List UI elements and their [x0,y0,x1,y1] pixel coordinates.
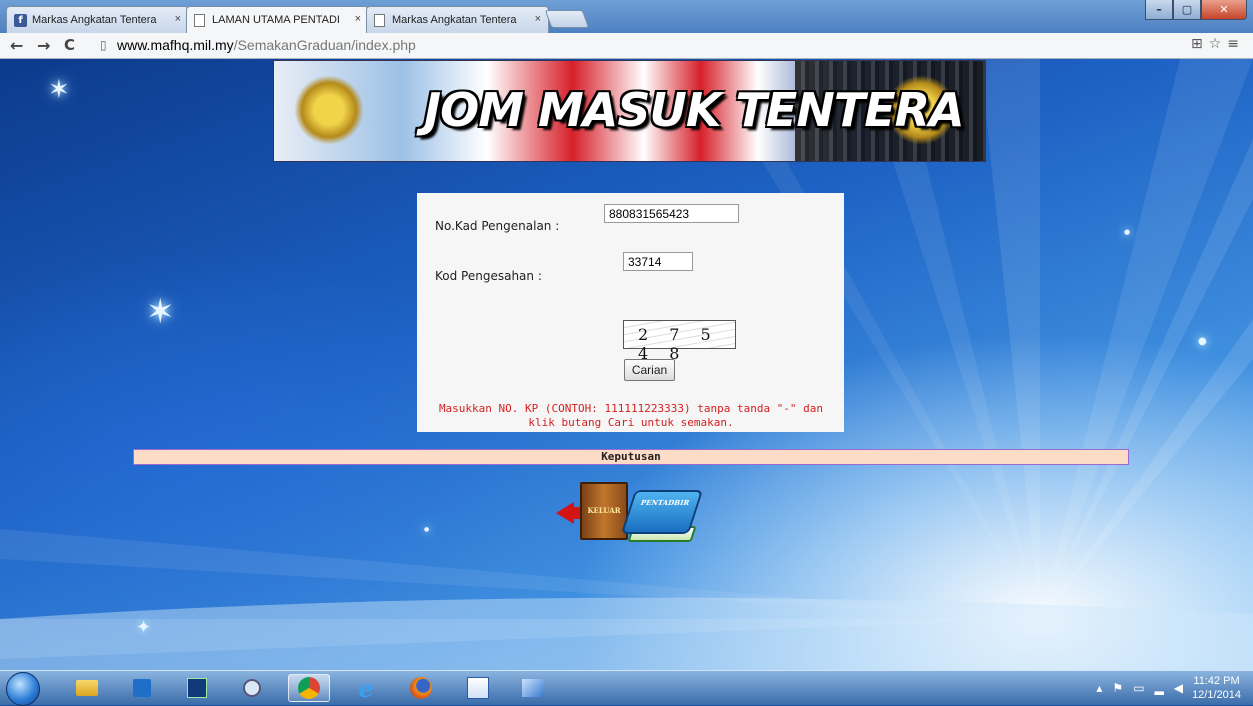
tab-markas-angkatan-1[interactable]: f Markas Angkatan Tentera × [6,6,189,33]
app-window-icon[interactable] [512,674,554,702]
system-tray: ▴⚑▭▂◀ [1096,681,1193,695]
firefox-icon[interactable] [400,674,442,702]
ic-number-label: No.Kad Pengenalan : [435,219,560,233]
stock-chart-icon[interactable] [176,674,218,702]
search-form: No.Kad Pengenalan : Kod Pengesahan : 2 7… [417,193,844,432]
tab-close-icon[interactable]: × [355,13,361,25]
tab-label: Markas Angkatan Tentera [392,14,517,26]
verification-code-input[interactable] [623,252,693,271]
bookmark-star-icon[interactable]: ☆ [1209,36,1228,52]
instruction-text: Masukkan NO. KP (CONTOH: 111111223333) t… [438,402,824,429]
wifi-app-icon[interactable] [231,674,273,702]
tab-laman-utama[interactable]: LAMAN UTAMA PENTADI × [186,6,369,34]
page-icon [374,14,385,27]
tab-close-icon[interactable]: × [535,13,541,25]
search-button[interactable]: Carian [624,359,675,381]
clock[interactable]: 11:42 PM 12/1/2014 [1192,674,1241,702]
close-window-button[interactable]: ✕ [1201,0,1247,20]
exit-arrow-icon [556,502,574,524]
reload-icon[interactable]: C [64,36,75,54]
star-decoration: ● [1198,336,1207,347]
outlook-icon[interactable] [121,674,163,702]
page-content: ✶ ✶ ✦ ● ● ● JOM MASUK TENTERA No.Kad Pen… [0,59,1253,670]
toolbar-icons: ⊞☆≡ [1191,36,1245,52]
back-arrow-icon[interactable]: ← [10,36,23,55]
flag-icon[interactable]: ⚑ [1112,681,1133,695]
volume-icon[interactable]: ◀ [1174,681,1193,695]
result-header: Keputusan [133,449,1129,465]
banner-title: JOM MASUK TENTERA [424,83,965,137]
start-button[interactable] [6,672,40,706]
word-icon[interactable] [457,674,499,702]
ic-number-input[interactable] [604,204,739,223]
site-banner: JOM MASUK TENTERA [273,60,986,162]
captcha-image: 2 7 5 4 8 [623,320,736,363]
internet-explorer-icon[interactable]: e [345,674,387,703]
menu-icon[interactable]: ≡ [1227,36,1245,52]
page-icon: ▯ [100,38,107,52]
army-crest-logo [294,75,364,145]
signal-icon[interactable]: ▂ [1155,681,1174,695]
battery-icon[interactable]: ▭ [1133,681,1154,695]
exit-door-icon[interactable]: KELUAR [580,482,628,540]
star-decoration: ✶ [48,75,70,105]
address-bar[interactable]: ▯ www.mafhq.mil.my/SemakanGraduan/index.… [92,35,1227,55]
star-decoration: ● [424,526,430,533]
tab-label: LAMAN UTAMA PENTADI [212,14,340,26]
clock-time: 11:42 PM [1193,675,1240,687]
star-decoration: ● [1124,228,1131,236]
tab-close-icon[interactable]: × [175,13,181,25]
minimize-button[interactable]: – [1145,0,1173,20]
translate-icon[interactable]: ⊞ [1191,36,1209,52]
file-explorer-icon[interactable] [66,674,108,702]
window-controls: – ▢ ✕ [1145,0,1247,20]
browser-toolbar: ← → C ▯ www.mafhq.mil.my/SemakanGraduan/… [0,33,1253,59]
admin-book-icon[interactable]: PENTADBIR [620,490,704,534]
forward-arrow-icon[interactable]: → [37,36,50,55]
maximize-button[interactable]: ▢ [1173,0,1201,20]
facebook-icon: f [14,14,27,27]
clock-date: 12/1/2014 [1192,689,1241,701]
action-icons: KELUAR PENTADBIR [556,482,706,542]
browser-tab-strip: f Markas Angkatan Tentera × LAMAN UTAMA … [0,0,1253,34]
new-tab-button[interactable] [544,10,590,28]
star-decoration: ✶ [146,292,175,332]
tab-markas-angkatan-2[interactable]: Markas Angkatan Tentera × [366,6,549,33]
windows-taskbar: e ▴⚑▭▂◀ 11:42 PM 12/1/2014 [0,670,1253,706]
page-icon [194,14,205,27]
url-text: www.mafhq.mil.my/SemakanGraduan/index.ph… [117,37,416,53]
show-hidden-icons-icon[interactable]: ▴ [1096,681,1112,695]
tab-label: Markas Angkatan Tentera [32,14,157,26]
star-decoration: ✦ [136,617,152,638]
verification-code-label: Kod Pengesahan : [435,269,542,283]
chrome-icon[interactable] [288,674,330,702]
